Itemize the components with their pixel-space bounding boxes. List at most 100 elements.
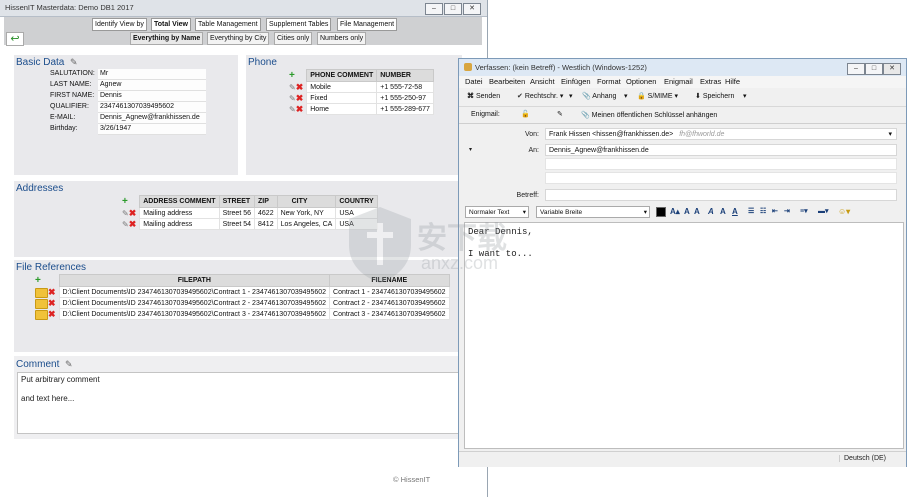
basic-field-value[interactable]: Agnew (98, 80, 206, 91)
subject-field[interactable] (545, 189, 897, 201)
add-address-icon[interactable]: + (122, 196, 128, 207)
delete-x-icon[interactable]: ✖ (296, 82, 304, 92)
encrypt-lock-icon[interactable]: 🔓 (521, 110, 530, 118)
smiley-icon[interactable]: ☺▾ (838, 207, 850, 216)
send-button[interactable]: ⌘ Senden (467, 92, 500, 100)
nav-file-management[interactable]: File Management (337, 18, 398, 31)
address-add-cell[interactable]: + (119, 196, 140, 208)
font-larger-icon[interactable]: A (694, 207, 700, 216)
delete-x-icon[interactable]: ✖ (48, 298, 56, 308)
subnav-everything-by-city[interactable]: Everything by City (207, 32, 270, 45)
menu-datei[interactable]: Datei (465, 77, 483, 86)
compose-minimize-icon[interactable]: – (847, 63, 865, 75)
basic-field-value[interactable]: Dennis (98, 91, 206, 102)
numbered-list-icon[interactable]: ☷ (760, 207, 766, 215)
menu-format[interactable]: Format (597, 77, 621, 86)
subnav-numbers-only[interactable]: Numbers only (317, 32, 367, 45)
recipient-empty-row-1[interactable] (545, 158, 897, 170)
nav-total-view[interactable]: Total View (151, 18, 191, 31)
file-cell[interactable]: D:\Client Documents\ID 23474613070394956… (58, 285, 331, 299)
close-icon[interactable]: ✕ (463, 3, 481, 15)
add-file-icon[interactable]: + (35, 275, 41, 286)
subnav-cities-only[interactable]: Cities only (274, 32, 313, 45)
font-smaller-a-icon[interactable]: A (684, 207, 690, 216)
phone-cell[interactable]: +1 555-289-677 (376, 103, 434, 115)
menu-bearbeiten[interactable]: Bearbeiten (489, 77, 525, 86)
address-cell[interactable]: 8412 (254, 218, 278, 230)
menu-hilfe[interactable]: Hilfe (725, 77, 740, 86)
delete-x-icon[interactable]: ✖ (296, 104, 304, 114)
from-select[interactable]: Frank Hissen <hissen@frankhissen.de> fh@… (545, 128, 897, 140)
delete-x-icon[interactable]: ✖ (129, 208, 137, 218)
menu-optionen[interactable]: Optionen (626, 77, 656, 86)
folder-icon[interactable] (35, 298, 48, 309)
phone-cell[interactable]: Fixed (306, 92, 378, 104)
comment-textarea[interactable]: Put arbitrary comment and text here... (17, 372, 459, 434)
phone-add-cell[interactable]: + (286, 70, 307, 82)
basic-field-value[interactable]: Dennis_Agnew@frankhissen.de (98, 113, 206, 124)
basic-field-value[interactable]: 3/26/1947 (98, 124, 206, 135)
file-cell[interactable]: D:\Client Documents\ID 23474613070394956… (58, 308, 331, 320)
recipient-empty-row-2[interactable] (545, 172, 897, 184)
spellcheck-button[interactable]: ✔ Rechtschr. ▾ (517, 92, 563, 100)
edit-pencil-icon[interactable]: ✎ (289, 83, 296, 92)
basic-field-value[interactable]: Mr (98, 69, 206, 80)
delete-x-icon[interactable]: ✖ (48, 287, 56, 297)
edit-pencil-icon[interactable]: ✎ (289, 94, 296, 103)
font-select[interactable]: Variable Breite ▾ (536, 206, 650, 218)
phone-cell[interactable]: +1 555-72-58 (376, 81, 434, 93)
folder-icon[interactable] (35, 309, 48, 320)
bullet-list-icon[interactable]: ☰ (748, 207, 754, 215)
attach-dropdown-icon[interactable]: ▾ (624, 92, 628, 100)
attach-button[interactable]: 📎 Anhang (582, 92, 616, 100)
address-cell[interactable]: Mailing address (139, 207, 220, 219)
add-phone-icon[interactable]: + (289, 70, 295, 81)
delete-x-icon[interactable]: ✖ (48, 309, 56, 319)
language-indicator[interactable]: Deutsch (DE) (839, 455, 886, 462)
menu-ansicht[interactable]: Ansicht (530, 77, 555, 86)
menu-enigmail[interactable]: Enigmail (664, 77, 693, 86)
phone-cell[interactable]: Home (306, 103, 378, 115)
file-cell[interactable]: Contract 2 - 2347461307039495602 (329, 297, 450, 310)
address-cell[interactable]: Street 56 (218, 207, 256, 219)
insert-icon[interactable]: ▬▾ (818, 207, 829, 215)
phone-cell[interactable]: Mobile (306, 81, 378, 93)
basic-field-value[interactable]: 2347461307039495602 (98, 102, 206, 113)
edit-basic-data-icon[interactable]: ✎ (70, 57, 78, 68)
delete-x-icon[interactable]: ✖ (296, 93, 304, 103)
menu-einfuegen[interactable]: Einfügen (561, 77, 591, 86)
edit-comment-icon[interactable]: ✎ (65, 359, 73, 370)
compose-maximize-icon[interactable]: □ (865, 63, 883, 75)
file-cell[interactable]: Contract 3 - 2347461307039495602 (329, 308, 450, 320)
dropdown-arrow-icon[interactable]: ▾ (569, 92, 573, 100)
edit-pencil-icon[interactable]: ✎ (122, 209, 129, 218)
bold-icon[interactable]: A (720, 207, 726, 216)
compose-close-icon[interactable]: ✕ (883, 63, 901, 75)
back-arrow-icon[interactable]: ↩ (6, 32, 24, 46)
align-icon[interactable]: ≡▾ (800, 207, 808, 215)
attach-public-key-button[interactable]: 📎 Meinen öffentlichen Schlüssel anhängen (581, 111, 717, 119)
indent-icon[interactable]: ⇥ (784, 207, 790, 215)
smime-button[interactable]: 🔒 S/MIME ▾ (637, 92, 678, 100)
nav-identify-view-by[interactable]: Identify View by (92, 18, 147, 31)
address-cell[interactable]: Mailing address (139, 218, 220, 230)
outdent-icon[interactable]: ⇤ (772, 207, 778, 215)
sign-pencil-icon[interactable]: ✎ (557, 110, 563, 118)
nav-supplement-tables[interactable]: Supplement Tables (266, 18, 332, 31)
menu-extras[interactable]: Extras (700, 77, 721, 86)
address-cell[interactable]: New York, NY (276, 207, 337, 219)
edit-pencil-icon[interactable]: ✎ (289, 105, 296, 114)
file-cell[interactable]: D:\Client Documents\ID 23474613070394956… (58, 297, 331, 310)
edit-pencil-icon[interactable]: ✎ (122, 220, 129, 229)
font-smaller-icon[interactable]: A▴ (670, 207, 680, 216)
to-field[interactable]: Dennis_Agnew@frankhissen.de (545, 144, 897, 156)
subnav-everything-by-name[interactable]: Everything by Name (130, 32, 204, 45)
phone-cell[interactable]: +1 555-250-97 (376, 92, 434, 104)
nav-table-management[interactable]: Table Management (195, 18, 261, 31)
delete-x-icon[interactable]: ✖ (129, 219, 137, 229)
address-cell[interactable]: Los Angeles, CA (276, 218, 337, 230)
maximize-icon[interactable]: □ (444, 3, 462, 15)
text-color-icon[interactable] (656, 207, 666, 217)
minimize-icon[interactable]: – (425, 3, 443, 15)
save-button[interactable]: ⬇ Speichern (695, 92, 734, 100)
